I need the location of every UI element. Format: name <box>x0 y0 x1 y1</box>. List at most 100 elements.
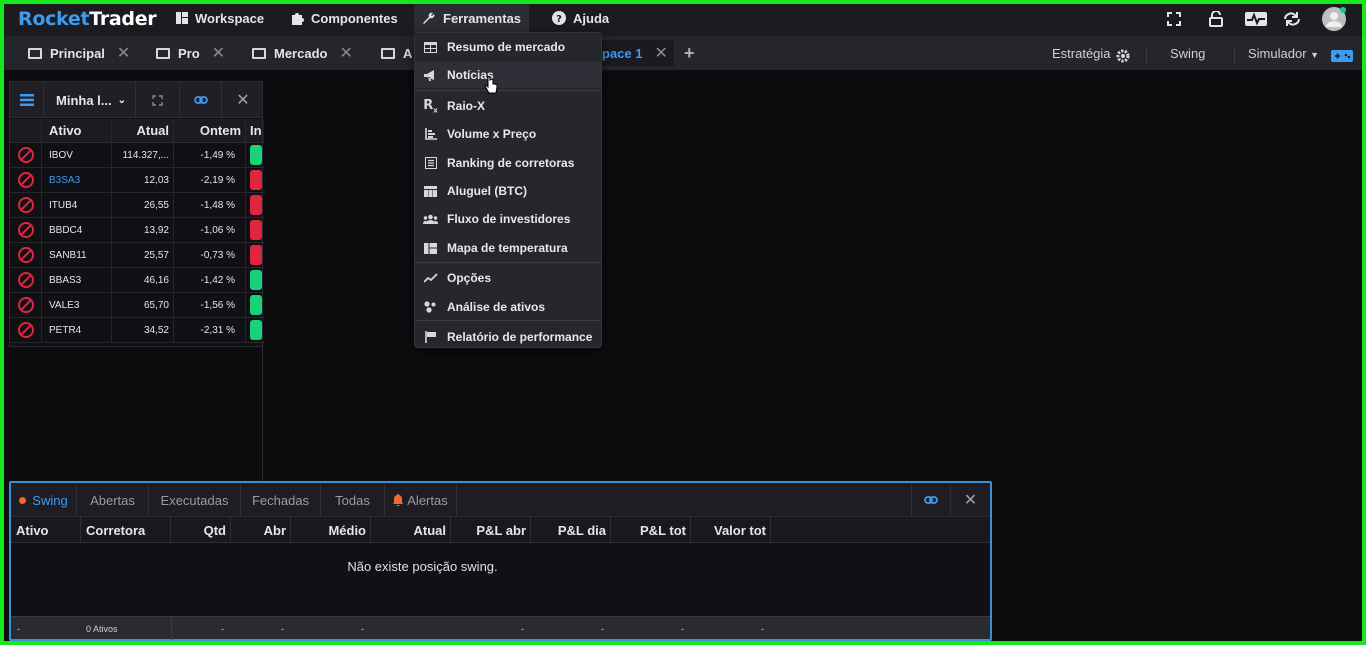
col-2[interactable]: Qtd <box>171 517 231 543</box>
col-ontem[interactable]: Ontem <box>174 119 246 142</box>
dot-icon <box>19 496 27 504</box>
tab-a[interactable]: A <box>381 40 415 66</box>
window-icon <box>156 47 170 59</box>
add-tab-button[interactable]: + <box>684 40 700 66</box>
swing-button[interactable]: Swing <box>1170 46 1205 61</box>
table-row[interactable]: B3SA3 12,03 -2,19 % <box>10 168 264 193</box>
watchlist-selector[interactable]: Minha l... ⌄ <box>44 82 136 118</box>
sync-icon[interactable] <box>1280 9 1304 29</box>
footer-cell: - <box>221 623 224 634</box>
ban-icon[interactable] <box>17 272 34 288</box>
col-8[interactable]: P&L tot <box>611 517 691 543</box>
people-icon <box>423 212 438 227</box>
caret-down-icon: ▼ <box>1310 50 1320 60</box>
footer-cell: - <box>361 623 364 634</box>
rx-icon: Rx <box>423 97 438 115</box>
cell-ativo: BBDC4 <box>42 218 112 242</box>
menu-item-fluxo-de-investidores[interactable]: Fluxo de investidores <box>415 206 601 232</box>
expand-icon[interactable] <box>136 82 180 118</box>
menu-item-relatorio-de-performance[interactable]: Relatório de performance <box>415 324 601 350</box>
ban-icon[interactable] <box>17 297 34 313</box>
table-row[interactable]: SANB11 25,57 -0,73 % <box>10 243 264 268</box>
cell-ativo: PETR4 <box>42 318 112 342</box>
tab-workspace-1[interactable]: pace 1 ✕ <box>602 40 674 66</box>
gear-icon[interactable] <box>1116 49 1130 63</box>
chart-line-icon <box>423 271 438 286</box>
gamepad-icon[interactable] <box>1331 50 1353 62</box>
close-icon[interactable]: ✕ <box>212 43 225 63</box>
menu-item-raio-x[interactable]: Rx Raio-X <box>415 93 601 119</box>
ban-icon[interactable] <box>17 322 34 338</box>
menu-item-analise-de-ativos[interactable]: Análise de ativos <box>415 294 601 320</box>
col-9[interactable]: Valor tot <box>691 517 771 543</box>
activity-icon[interactable] <box>1244 9 1268 29</box>
tab-alertas[interactable]: Alertas <box>385 483 457 517</box>
tab-fechadas[interactable]: Fechadas <box>241 483 321 517</box>
close-icon[interactable]: ✕ <box>654 43 667 63</box>
divider <box>171 617 172 640</box>
ban-icon[interactable] <box>17 197 34 213</box>
menu-item-noticias[interactable]: Notícias <box>415 62 601 88</box>
table-icon <box>423 40 438 55</box>
menu-item-ranking-de-corretoras[interactable]: Ranking de corretoras <box>415 150 601 176</box>
col-7[interactable]: P&L dia <box>531 517 611 543</box>
table-row[interactable]: ITUB4 26,55 -1,48 % <box>10 193 264 218</box>
table-row[interactable]: PETR4 34,52 -2,31 % <box>10 318 264 343</box>
table-header: Ativo Atual Ontem In <box>10 119 264 143</box>
table-row[interactable]: BBAS3 46,16 -1,42 % <box>10 268 264 293</box>
simulador-dropdown[interactable]: Simulador ▼ <box>1248 46 1319 61</box>
fullscreen-icon[interactable] <box>1164 9 1184 29</box>
col-0[interactable]: Ativo <box>11 517 81 543</box>
avatar[interactable] <box>1322 7 1346 31</box>
col-6[interactable]: P&L abr <box>451 517 531 543</box>
col-5[interactable]: Atual <box>371 517 451 543</box>
col-3[interactable]: Abr <box>231 517 291 543</box>
table-row[interactable]: BBDC4 13,92 -1,06 % <box>10 218 264 243</box>
table-row[interactable]: VALE3 65,70 -1,56 % <box>10 293 264 318</box>
window-icon <box>252 47 266 59</box>
menu-item-resumo-de-mercado[interactable]: Resumo de mercado <box>415 34 601 60</box>
estrategia-button[interactable]: Estratégia <box>1052 46 1111 61</box>
tab-pro[interactable]: Pro ✕ <box>156 40 231 66</box>
cell-atual: 13,92 <box>112 218 174 242</box>
tab-todas[interactable]: Todas <box>321 483 385 517</box>
ban-icon[interactable] <box>17 172 34 188</box>
menu-item-opcoes[interactable]: Opções <box>415 265 601 291</box>
table-row[interactable]: IBOV 114.327,... -1,49 % <box>10 143 264 168</box>
ban-icon[interactable] <box>17 222 34 238</box>
close-icon[interactable]: ✕ <box>117 43 130 63</box>
col-1[interactable]: Corretora <box>81 517 171 543</box>
divider <box>1146 46 1147 64</box>
list-menu-icon[interactable] <box>10 82 44 118</box>
footer-cell: - <box>681 623 684 634</box>
plus-icon: + <box>684 42 695 63</box>
menu-item-aluguel-btc[interactable]: Aluguel (BTC) <box>415 178 601 204</box>
tab-mercado[interactable]: Mercado ✕ <box>252 40 357 66</box>
menu-item-mapa-de-temperatura[interactable]: Mapa de temperatura <box>415 235 601 261</box>
menu-componentes[interactable]: Componentes <box>282 4 406 32</box>
col-atual[interactable]: Atual <box>112 119 174 142</box>
cell-atual: 34,52 <box>112 318 174 342</box>
lock-icon[interactable] <box>1206 9 1226 29</box>
top-bar: RocketTrader Workspace Componentes Ferra… <box>4 4 1362 36</box>
tab-principal[interactable]: Principal ✕ <box>28 40 136 66</box>
cell-ativo: ITUB4 <box>42 193 112 217</box>
close-icon[interactable]: ✕ <box>222 82 264 118</box>
col-4[interactable]: Médio <box>291 517 371 543</box>
tab-abertas[interactable]: Abertas <box>77 483 149 517</box>
menu-item-volume-x-preco[interactable]: Volume x Preço <box>415 121 601 147</box>
close-icon[interactable]: ✕ <box>951 483 990 517</box>
link-icon[interactable] <box>180 82 222 118</box>
close-icon[interactable]: ✕ <box>339 43 352 63</box>
divider <box>1234 46 1235 64</box>
ban-icon[interactable] <box>17 147 34 163</box>
positions-tabs: Swing Abertas Executadas Fechadas Todas … <box>11 483 990 517</box>
menu-workspace[interactable]: Workspace <box>168 4 272 32</box>
menu-ajuda[interactable]: ? Ajuda <box>544 4 617 32</box>
tab-executadas[interactable]: Executadas <box>149 483 241 517</box>
col-ativo[interactable]: Ativo <box>42 119 112 142</box>
link-icon[interactable] <box>911 483 951 517</box>
menu-ferramentas[interactable]: Ferramentas <box>414 4 530 32</box>
ban-icon[interactable] <box>17 247 34 263</box>
tab-swing[interactable]: Swing <box>11 483 77 517</box>
